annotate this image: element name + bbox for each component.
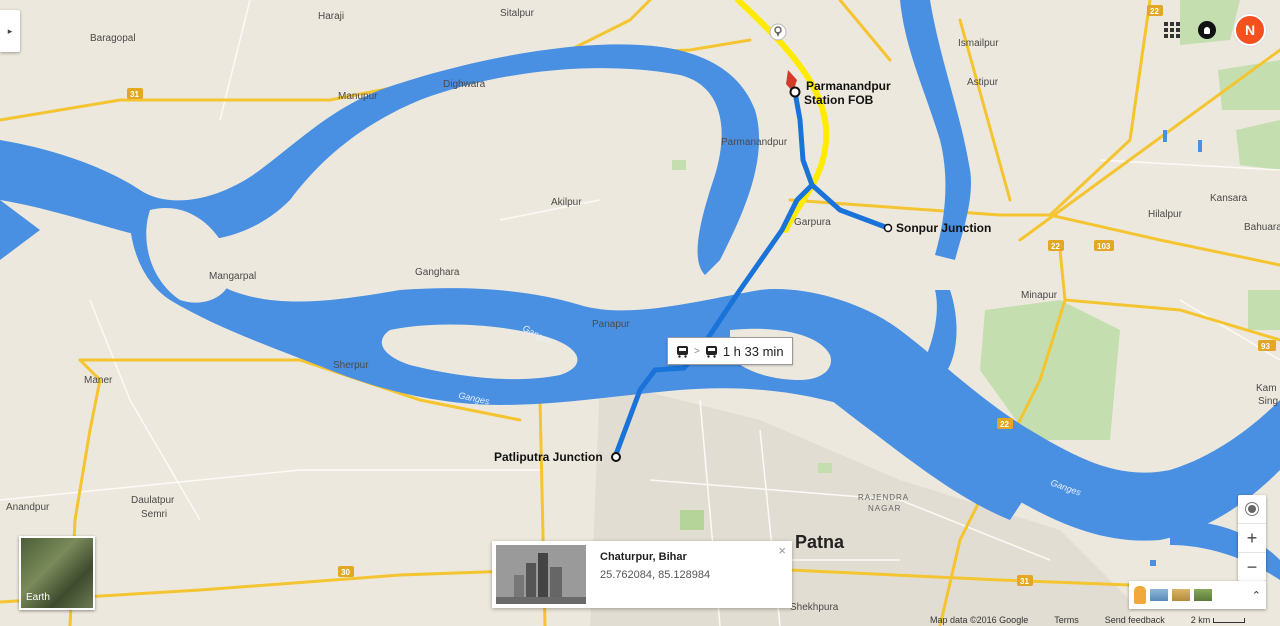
place-label: Ganghara — [415, 267, 460, 278]
area-label: RAJENDRA — [858, 493, 909, 502]
svg-text:22: 22 — [1051, 242, 1060, 251]
place-thumbnail[interactable] — [496, 545, 586, 604]
origin-stop-label-2[interactable]: Station FOB — [804, 93, 874, 107]
place-label: Panapur — [592, 319, 630, 330]
place-label: Parmanandpur — [721, 137, 788, 148]
bus-icon — [705, 345, 717, 358]
avatar[interactable]: N — [1234, 14, 1266, 46]
svg-text:93: 93 — [1261, 342, 1270, 351]
place-label: Anandpur — [6, 502, 50, 513]
layers-bar: ⌃ — [1129, 581, 1266, 609]
place-title: Chaturpur, Bihar — [600, 551, 687, 563]
earth-view-toggle[interactable]: Earth — [19, 536, 95, 610]
place-label: Sing — [1258, 396, 1278, 407]
svg-text:31: 31 — [1020, 577, 1029, 586]
location-icon — [1248, 505, 1256, 513]
pegman-icon[interactable] — [1134, 586, 1146, 604]
route-shield: 31 — [1017, 575, 1033, 586]
sonpur-stop-label[interactable]: Sonpur Junction — [896, 221, 991, 235]
svg-text:22: 22 — [1150, 7, 1159, 16]
layer-thumb-traffic[interactable] — [1172, 589, 1190, 601]
svg-text:31: 31 — [130, 90, 139, 99]
apps-grid-icon[interactable] — [1164, 22, 1180, 38]
city-label: Patna — [795, 532, 845, 552]
layer-thumb-transit[interactable] — [1150, 589, 1168, 601]
route-shield: 93 — [1258, 340, 1276, 351]
duration-text: 1 h 33 min — [722, 343, 784, 359]
earth-label: Earth — [26, 592, 50, 603]
stop-origin-marker[interactable] — [789, 86, 801, 98]
expand-layers-icon[interactable]: ⌃ — [1252, 589, 1261, 602]
zoom-controls: + − — [1238, 495, 1266, 581]
map-data-text: Map data ©2016 Google — [930, 615, 1029, 625]
area-label-2: NAGAR — [868, 504, 901, 513]
close-icon[interactable]: × — [778, 543, 786, 558]
my-location-button[interactable] — [1238, 495, 1266, 524]
stop-patliputra-marker[interactable] — [611, 452, 621, 462]
place-label: Mangarpal — [209, 271, 256, 282]
place-label: Dighwara — [443, 79, 486, 90]
place-label: Sherpur — [333, 360, 369, 371]
route-shield: 22 — [1048, 240, 1064, 251]
place-label: Semri — [141, 509, 167, 520]
route-shield: 22 — [1147, 5, 1163, 16]
transit-duration-box[interactable]: > 1 h 33 min — [667, 337, 793, 365]
place-label: Kansara — [1210, 193, 1248, 204]
account-controls: N — [1164, 14, 1266, 46]
bus-icon — [677, 345, 688, 358]
route-shield: 22 — [997, 418, 1013, 429]
notifications-icon[interactable] — [1198, 21, 1216, 39]
pin-icon[interactable] — [769, 23, 787, 41]
place-label: Hilalpur — [1148, 209, 1183, 220]
chevron-icon: > — [694, 345, 700, 357]
scale-bar[interactable]: 2 km — [1191, 615, 1246, 625]
place-label: Bahuara — [1244, 222, 1280, 233]
menu-toggle-icon: ▸ — [7, 25, 13, 36]
origin-stop-label[interactable]: Parmanandpur — [806, 79, 891, 93]
stop-sonpur-marker[interactable] — [883, 223, 893, 233]
place-label: Maner — [84, 375, 113, 386]
svg-text:22: 22 — [1000, 420, 1009, 429]
side-panel-toggle[interactable]: ▸ — [0, 10, 20, 52]
place-label: Akilpur — [551, 197, 582, 208]
layer-thumb-terrain[interactable] — [1194, 589, 1212, 601]
place-label: Shekhpura — [790, 602, 839, 613]
zoom-in-button[interactable]: + — [1238, 524, 1266, 553]
scale-label: 2 km — [1190, 615, 1211, 625]
terms-link[interactable]: Terms — [1054, 615, 1079, 625]
place-label: Astipur — [967, 77, 999, 88]
route-shield: 30 — [338, 566, 354, 577]
place-coordinates: 25.762084, 85.128984 — [600, 569, 711, 581]
place-label: Ismailpur — [958, 38, 999, 49]
map-footer: Map data ©2016 Google Terms Send feedbac… — [930, 614, 1246, 626]
svg-text:30: 30 — [341, 568, 350, 577]
place-label: Sitalpur — [500, 8, 535, 19]
send-feedback-link[interactable]: Send feedback — [1105, 615, 1165, 625]
route-shield: 31 — [127, 88, 143, 99]
place-label: Daulatpur — [131, 495, 175, 506]
route-shield: 103 — [1094, 240, 1114, 251]
patliputra-stop-label[interactable]: Patliputra Junction — [494, 450, 603, 464]
zoom-out-button[interactable]: − — [1238, 553, 1266, 581]
place-label: Haraji — [318, 11, 344, 22]
map-canvas[interactable]: Haraji Sitalpur Baragopal Dighwara Manup… — [0, 0, 1280, 626]
place-label: Garpura — [794, 217, 831, 228]
place-label: Kam — [1256, 383, 1277, 394]
place-label: Manupur — [338, 91, 378, 102]
place-info-card[interactable]: Chaturpur, Bihar 25.762084, 85.128984 × — [492, 541, 792, 608]
svg-text:103: 103 — [1097, 242, 1111, 251]
place-label: Minapur — [1021, 290, 1058, 301]
place-label: Baragopal — [90, 33, 136, 44]
